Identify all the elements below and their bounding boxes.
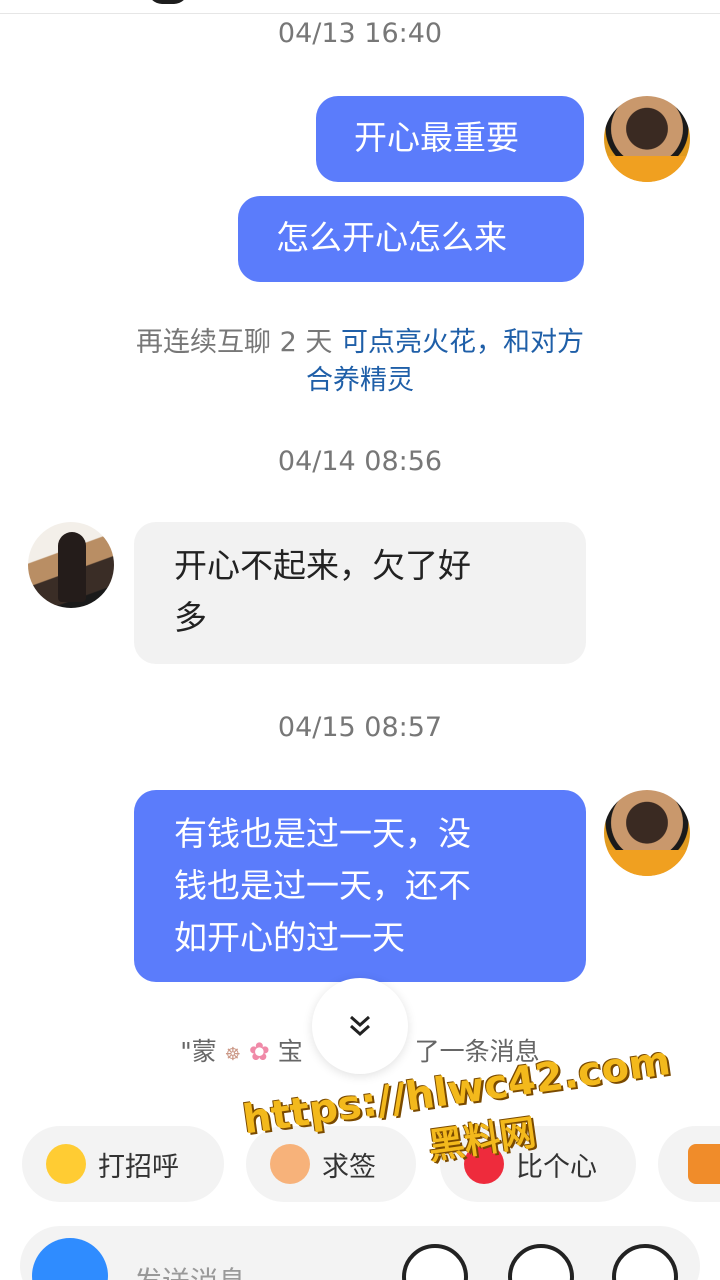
message-composer[interactable]: 发送消息 — [20, 1226, 700, 1280]
message-text: 怎么开心怎么来 — [276, 218, 507, 257]
camera-icon[interactable] — [32, 1238, 108, 1280]
message-line: 开心不起来，欠了好 — [174, 546, 471, 585]
quick-action-more[interactable] — [658, 1126, 720, 1202]
message-line: 有钱也是过一天，没 — [174, 814, 471, 853]
ornament-icon: ☸ — [224, 1044, 241, 1065]
my-avatar[interactable] — [604, 96, 690, 182]
streak-prefix: 再连续互聊 2 天 — [136, 327, 333, 358]
message-bubble-received[interactable]: 开心不起来，欠了好 多 — [134, 522, 586, 664]
message-line: 如开心的过一天 — [174, 918, 405, 957]
timestamp: 04/15 08:57 — [277, 712, 443, 743]
message-line: 钱也是过一天，还不 — [174, 866, 471, 905]
timestamp: 04/13 16:40 — [277, 18, 443, 49]
scroll-to-bottom-button[interactable] — [312, 978, 408, 1074]
flower-emoji-icon: ✿ — [248, 1037, 270, 1066]
notice-name: "蒙 — [180, 1037, 217, 1066]
people-icon — [688, 1144, 720, 1184]
contact-avatar[interactable] — [28, 522, 114, 608]
message-text: 开心最重要 — [354, 118, 519, 157]
streak-link-cont[interactable]: 合养精灵 — [0, 362, 720, 400]
quick-action-greet[interactable]: 打招呼 — [22, 1126, 224, 1202]
streak-link[interactable]: 可点亮火花，和对方 — [341, 327, 584, 358]
notice-name-2: 宝 — [277, 1037, 303, 1066]
quick-action-label: 打招呼 — [98, 1151, 179, 1183]
message-bubble-sent[interactable]: 有钱也是过一天，没 钱也是过一天，还不 如开心的过一天 — [134, 790, 586, 982]
smile-emoji-icon — [46, 1144, 86, 1184]
streak-hint: 再连续互聊 2 天 可点亮火花，和对方 合养精灵 — [0, 324, 720, 400]
message-input[interactable]: 发送消息 — [134, 1260, 246, 1280]
message-line: 多 — [174, 598, 207, 637]
timestamp: 04/14 08:56 — [277, 446, 443, 477]
message-bubble-sent[interactable]: 怎么开心怎么来 — [238, 196, 584, 282]
message-bubble-sent[interactable]: 开心最重要 — [316, 96, 584, 182]
my-avatar[interactable] — [604, 790, 690, 876]
top-bar-fragment — [148, 0, 188, 4]
double-chevron-down-icon — [350, 1015, 370, 1037]
top-bar-edge — [0, 0, 720, 14]
